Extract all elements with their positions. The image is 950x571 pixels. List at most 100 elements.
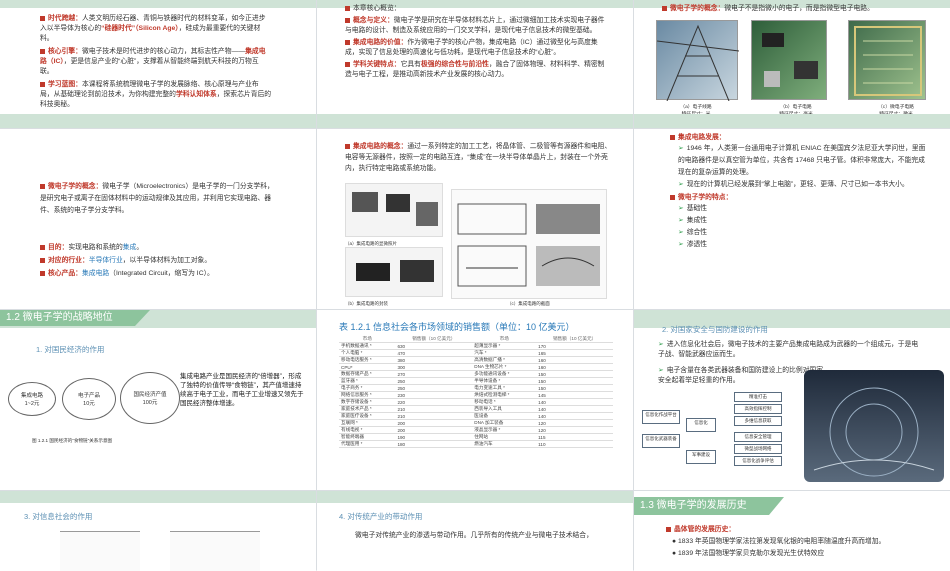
- table-cell: 630: [395, 342, 473, 350]
- table-cell: 个人电脑 *: [339, 349, 396, 357]
- slide-5[interactable]: 集成电路的概念：通过一系列特定的加工工艺，将晶体管、二极管等有源器件和电阻、电容…: [317, 129, 633, 309]
- point-highlight: 学科认知体系: [175, 91, 217, 98]
- point-label: 核心产品：: [48, 270, 82, 277]
- point-label: 学科关键特点：: [353, 61, 401, 68]
- point-highlight: 集成: [122, 244, 137, 251]
- bullet-icon: [40, 81, 45, 87]
- point-tail: ，以半导体材料为加工对象。: [122, 257, 212, 264]
- table-cell: 220: [395, 398, 473, 406]
- section-heading: 2. 对国家安全与国防建设的作用: [662, 325, 768, 334]
- table-cell: 250: [395, 377, 473, 385]
- slide-1[interactable]: 时代跨越：人类文明历经石器、青铜与铁器时代的材料变革，如今正进步入以半导体为核心…: [0, 0, 316, 128]
- table-row: 互联网 * 200 DNA 加工装备 120: [339, 419, 613, 427]
- feature-label: 综合性: [686, 229, 708, 236]
- slide-10[interactable]: 3. 对信息社会的作用: [0, 491, 316, 571]
- diagram-box: 军事建设: [686, 450, 716, 464]
- table-row: 蓝牙器 * 250 半导体设备 * 150: [339, 377, 613, 385]
- point-tail: ，更是信息产业的“心脏”，支撑着从智能终端到航天科技的万物互联。: [40, 58, 259, 75]
- arrow-icon: ➢: [678, 229, 684, 236]
- power-line-image: [656, 20, 740, 102]
- slide-8[interactable]: 表 1.2.1 信息社会各市场领域的销售额（单位：10 亿美元） 市场 销售额（1…: [317, 310, 633, 490]
- table-cell: 手机数据通讯 *: [339, 342, 396, 350]
- point-label: 时代跨越：: [48, 15, 82, 22]
- table-row: 数据存储产品 * 270 多功能通讯设备 * 150: [339, 370, 613, 378]
- caption-b: （b）集成电路的封装: [345, 301, 389, 306]
- table-cell: 半导体设备 *: [472, 377, 537, 385]
- table-cell: 140: [536, 405, 613, 413]
- table-cell: 150: [536, 377, 613, 385]
- table-cell: 烘焙式检测电梯 *: [472, 391, 537, 399]
- table-cell: 多功能通讯设备 *: [472, 370, 537, 378]
- slide-4[interactable]: 微电子学的概念：微电子学（Microelectronics）是电子学的一门分支学…: [0, 129, 316, 309]
- point-label: 学习蓝图：: [48, 81, 82, 88]
- handheld-bullet: ➢ 现在的计算机已经发展到“掌上电脑”，更轻、更薄、尺寸已如一本书大小。: [678, 181, 909, 188]
- point-tail: （Integrated Circuit，缩写为 IC）。: [109, 270, 214, 277]
- table-cell: 110: [536, 440, 613, 448]
- section-heading: 3. 对信息社会的作用: [24, 512, 93, 521]
- slide-11[interactable]: 4. 对传统产业的带动作用 微电子对传统产业的渗透与带动作用。几乎所有的传统产业…: [317, 491, 633, 571]
- slide-top-band: [0, 491, 316, 503]
- point-text: 微电子技术是时代进步的核心动力，其标志性产物——: [81, 48, 246, 55]
- section-band: 1.3 微电子学的发展历史: [634, 497, 784, 515]
- table-cell: 200: [395, 419, 473, 427]
- caption-c: （c）集成电路的截面: [507, 301, 550, 306]
- point-label: 核心引擎：: [48, 48, 82, 55]
- table-cell: 180: [395, 440, 473, 448]
- slide-top-band: [317, 491, 633, 503]
- microelectronics-definition: 微电子学的概念：微电子学（Microelectronics）是电子学的一门分支学…: [40, 183, 274, 214]
- feature-item: ➢ 综合性: [678, 227, 930, 239]
- eniac-bullet: ➢ 1946 年，人类第一台通用电子计算机 ENIAC 在美国宾夕法尼亚大学问世，…: [678, 145, 926, 176]
- ic-definition: 集成电路的概念：通过一系列特定的加工工艺，将晶体管、二极管等有源器件和电阻、电容…: [345, 143, 612, 172]
- slide-12[interactable]: 1.3 微电子学的发展历史 晶体管的发展历史： ● 1833 年英国物理学家法拉…: [634, 491, 950, 571]
- caption-name: （b）电子电路: [780, 105, 812, 110]
- table-cell: 网络信息服务 *: [339, 391, 396, 399]
- table-row: 家庭医疗设备 * 210 医设备 140: [339, 412, 613, 420]
- diagram-box: 信息安全管理: [734, 432, 782, 442]
- slide-6[interactable]: 集成电路发展： ➢ 1946 年，人类第一台通用电子计算机 ENIAC 在美国宾夕…: [634, 129, 950, 309]
- point-highlight: “硅器时代”（Silicon Age）: [101, 25, 179, 32]
- table-cell: 数据存储产品 *: [339, 370, 396, 378]
- point-highlight: 极强的综合性与前沿性: [420, 61, 489, 68]
- table-cell: 250: [395, 384, 473, 392]
- arrow-icon: ➢: [678, 241, 684, 248]
- table-cell: 165: [536, 349, 613, 357]
- point-item: 对应的行业：半导体行业，以半导体材料为加工对象。: [40, 254, 280, 267]
- feature-item: ➢ 集成性: [678, 215, 930, 227]
- table-cell: 有线电视 *: [339, 426, 396, 434]
- bullet-icon: [40, 244, 45, 250]
- point-item: 集成电路的价值：作为微电子学的核心产物，集成电路（IC）通过微型化与高度集成，实…: [345, 38, 607, 58]
- table-cell: 蓝牙器 *: [339, 377, 396, 385]
- slide-footer-band: [317, 114, 633, 128]
- slide-2[interactable]: 本章核心概览： 概念与定义：微电子学是研究在半导体材料芯片上，通过微细加工技术实…: [317, 0, 633, 128]
- table-cell: 互联网 *: [339, 419, 396, 427]
- point-text: 集成电路: [81, 270, 110, 277]
- table-cell: 120: [536, 419, 613, 427]
- table-cell: 145: [536, 391, 613, 399]
- diagram-box: 信息化作战平台: [642, 410, 680, 424]
- slide-3[interactable]: 微电子学的概念：微电子不是指微小的电子，而是指微型电子电路。 （a）电子线路特征…: [634, 0, 950, 128]
- point-item: 核心引擎：微电子技术是时代进步的核心动力，其标志性产物——集成电路（IC），更是…: [40, 47, 272, 77]
- table-cell: 230: [395, 391, 473, 399]
- table-cell: 150: [536, 384, 613, 392]
- section-intro: 本章核心概览：: [345, 4, 607, 14]
- table-row: CPU* 300 DNA 生物芯片 * 160: [339, 363, 613, 371]
- point-label: 对应的行业：: [48, 257, 89, 264]
- table-preview-right: [170, 531, 260, 571]
- table-cell: 115: [536, 433, 613, 441]
- slide-9[interactable]: 2. 对国家安全与国防建设的作用 ➢ 进入信息化社会后，微电子技术的主要产品集成电…: [634, 310, 950, 490]
- feature-label: 集成性: [686, 217, 708, 224]
- arrow-icon: ➢: [678, 217, 684, 224]
- caption-name: （c）微电子电路: [878, 105, 914, 110]
- body-text: 微电子对传统产业的渗透与带动作用。几乎所有的传统产业与微电子技术结合，: [355, 532, 593, 539]
- table-cell: 150: [536, 370, 613, 378]
- diagram-box: 微型战场网络: [734, 444, 782, 454]
- history-title: 晶体管的发展历史：: [666, 525, 735, 535]
- point-label: 集成电路的价值：: [353, 39, 408, 46]
- table-row: 个人电脑 * 470 汽车 * 165: [339, 349, 613, 357]
- slide-7[interactable]: 1.2 微电子学的战略地位 1. 对国民经济的作用 集成电路 1~2元 电子产品…: [0, 310, 316, 490]
- table-row: 网络信息服务 * 230 烘焙式检测电梯 * 145: [339, 391, 613, 399]
- table-cell: 电子商务 *: [339, 384, 396, 392]
- ellipse-economy: 国民经济产值 100元: [120, 372, 180, 424]
- table-row: 家庭技术产品 * 210 西装导入工具 140: [339, 405, 613, 413]
- table-cell: 代理医用 *: [339, 440, 396, 448]
